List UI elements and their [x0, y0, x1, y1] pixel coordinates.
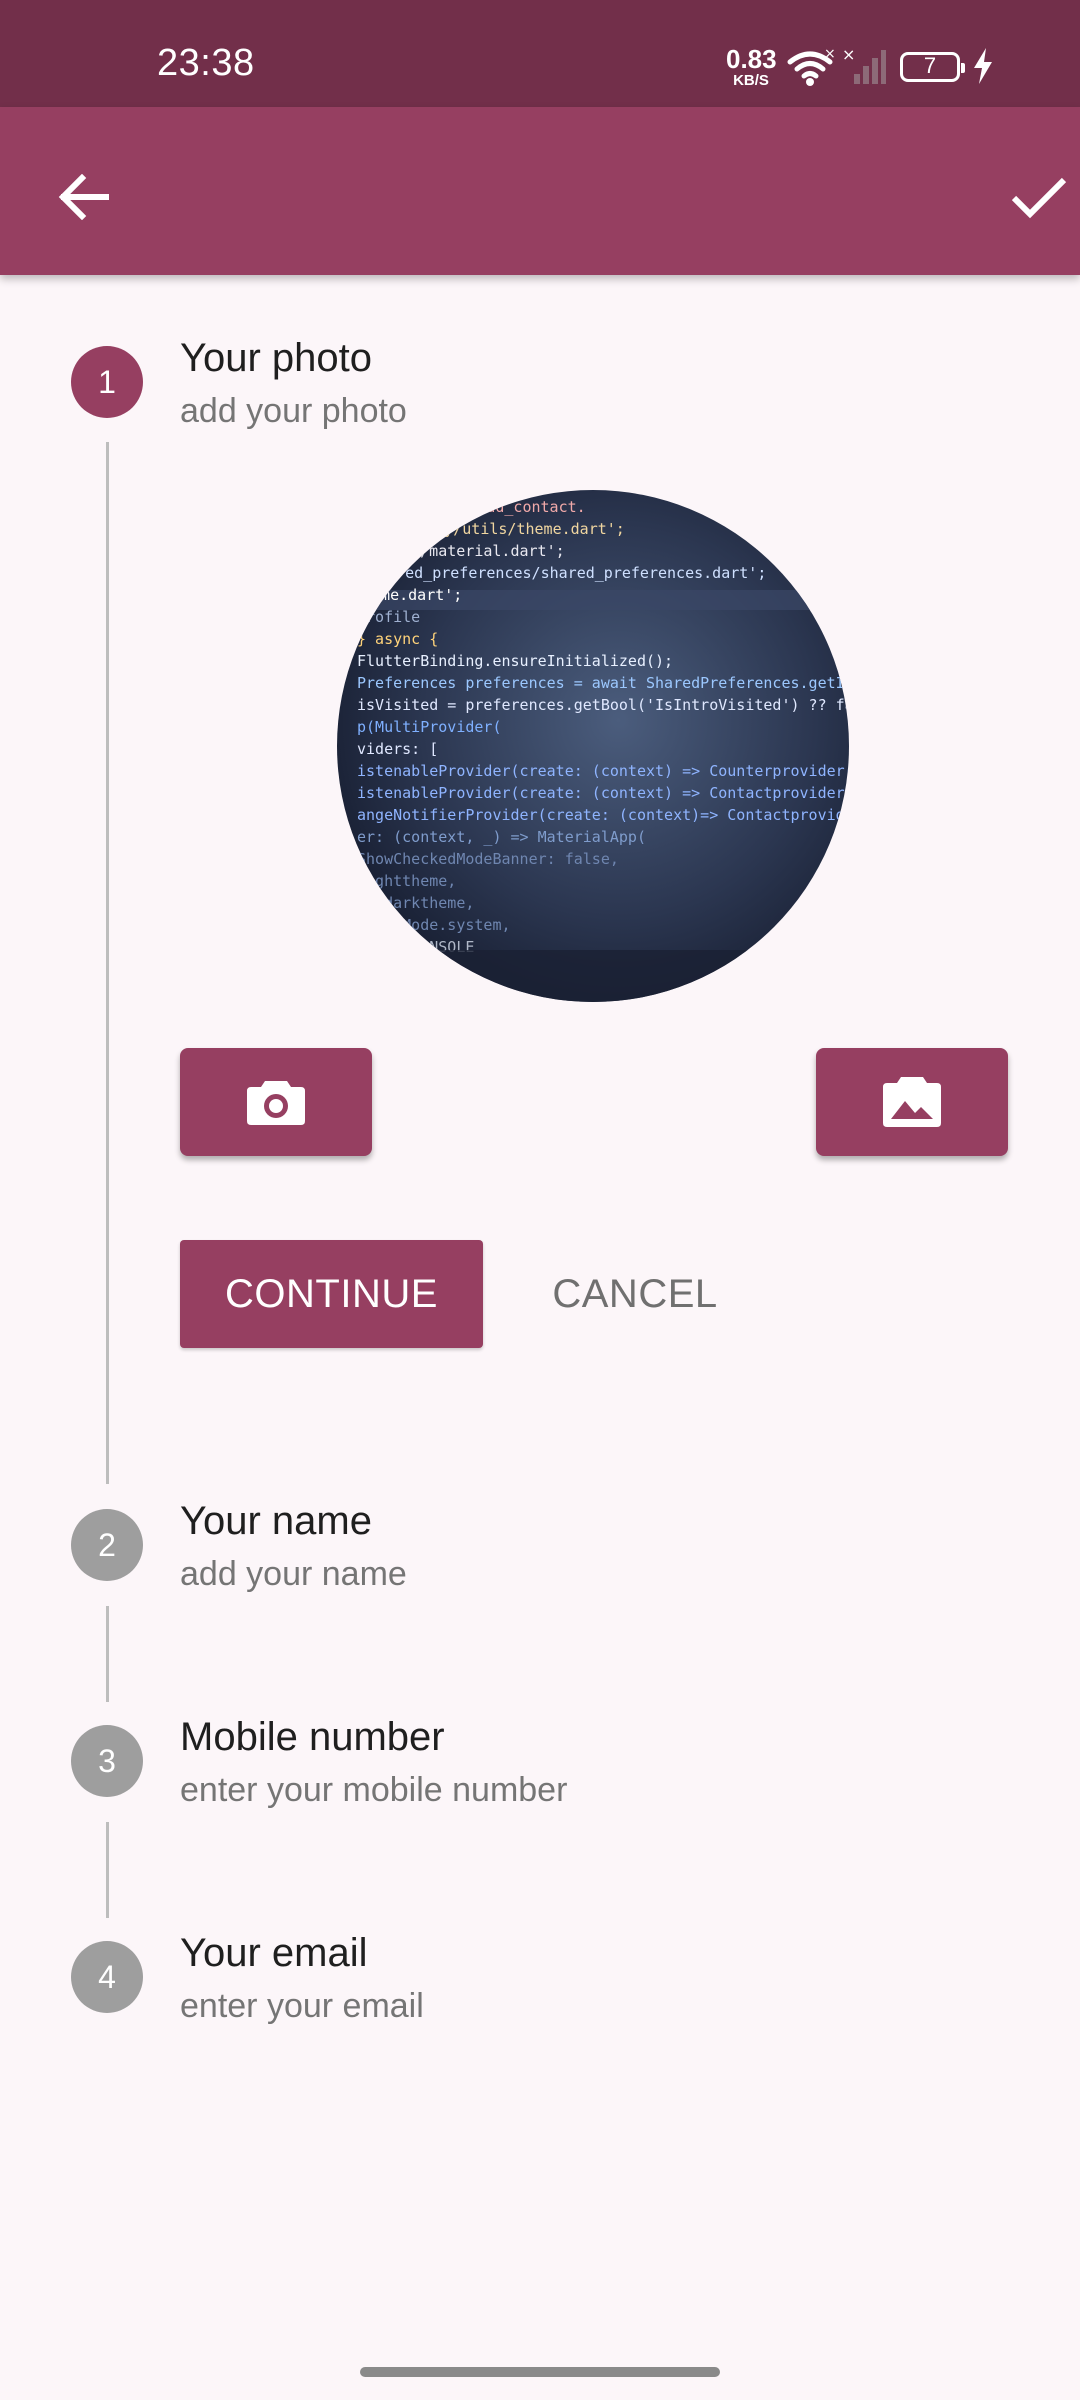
camera-icon [247, 1081, 305, 1125]
photo-code-line: } async { [357, 630, 438, 648]
network-speed-value: 0.83 [726, 44, 777, 74]
photo-code-line: shared_preferences/shared_preferences.da… [369, 564, 766, 582]
app-bar [0, 107, 1080, 275]
wifi-icon: × [787, 48, 834, 86]
photo-code-line: er: (context, _) => MaterialApp( [357, 828, 646, 846]
back-button[interactable] [44, 157, 124, 237]
battery-icon: 7 [900, 52, 965, 82]
photo-code-line: utter/material.dart'; [375, 542, 565, 560]
status-bar: 23:38 0.83 KB/S × × 7 [0, 0, 1080, 107]
photo-code-line: viders: [ [357, 740, 438, 758]
step-4-title[interactable]: Your email [180, 1931, 368, 1976]
signal-icon: × [842, 48, 886, 84]
step-4-indicator[interactable]: 4 [71, 1941, 143, 2013]
step-connector [106, 1822, 109, 1918]
step-connector [106, 442, 109, 1484]
step-3-subtitle: enter your mobile number [180, 1771, 568, 1809]
step-3-indicator[interactable]: 3 [71, 1725, 143, 1797]
step-1-subtitle: add your photo [180, 392, 407, 430]
network-speed: 0.83 KB/S [726, 44, 777, 89]
home-indicator[interactable] [360, 2367, 720, 2377]
confirm-button[interactable] [1010, 157, 1080, 237]
photo-code-line: ShowCheckedModeBanner: false, [357, 850, 619, 868]
arrow-left-icon [58, 174, 109, 220]
camera-button[interactable] [180, 1048, 372, 1156]
photo-code-line: istenableProvider(create: (context) => C… [357, 784, 849, 802]
step-connector [106, 1606, 109, 1702]
photo-code-line: istenableProvider(create: (context) => C… [357, 762, 849, 780]
photo-code-line: Preferences preferences = await SharedPr… [357, 674, 849, 692]
gallery-button[interactable] [816, 1048, 1008, 1156]
photo-code-line: ThemeMode.system, [357, 916, 511, 934]
photo-code-line: angeNotifierProvider(create: (context)=>… [357, 806, 849, 824]
check-icon [1011, 177, 1067, 219]
photo-code-line: p(MultiProvider( [357, 718, 502, 736]
battery-level: 7 [923, 53, 937, 78]
photo-code-line: Home.dart'; [363, 586, 462, 604]
network-speed-unit: KB/S [733, 72, 769, 89]
photo-code-line: e: darktheme, [357, 894, 474, 912]
profile-photo: ary/views/add_contact. ct_diary/utils/the… [337, 490, 849, 1002]
photo-code-line: Profile [357, 608, 420, 626]
charging-icon [974, 48, 992, 84]
clock: 23:38 [157, 42, 255, 84]
photo-code-line: ct_diary/utils/theme.dart'; [381, 520, 625, 538]
svg-text:×: × [824, 48, 834, 62]
step-1-indicator[interactable]: 1 [71, 346, 143, 418]
step-3-title[interactable]: Mobile number [180, 1715, 445, 1760]
cancel-button[interactable]: CANCEL [530, 1240, 740, 1348]
photo-code-line: isVisited = preferences.getBool('IsIntro… [357, 696, 849, 714]
photo-code-line: ary/views/add_contact. [387, 498, 586, 516]
step-2-indicator[interactable]: 2 [71, 1509, 143, 1581]
svg-text:×: × [842, 48, 855, 64]
step-2-title[interactable]: Your name [180, 1499, 372, 1544]
step-4-subtitle: enter your email [180, 1987, 424, 2025]
gallery-icon [883, 1077, 941, 1127]
step-2-subtitle: add your name [180, 1555, 407, 1593]
photo-code-line: FlutterBinding.ensureInitialized(); [357, 652, 673, 670]
photo-code-line: lighttheme, [357, 872, 456, 890]
photo-image: ary/views/add_contact. ct_diary/utils/the… [337, 490, 849, 1002]
step-1-title[interactable]: Your photo [180, 336, 372, 381]
continue-button[interactable]: CONTINUE [180, 1240, 483, 1348]
